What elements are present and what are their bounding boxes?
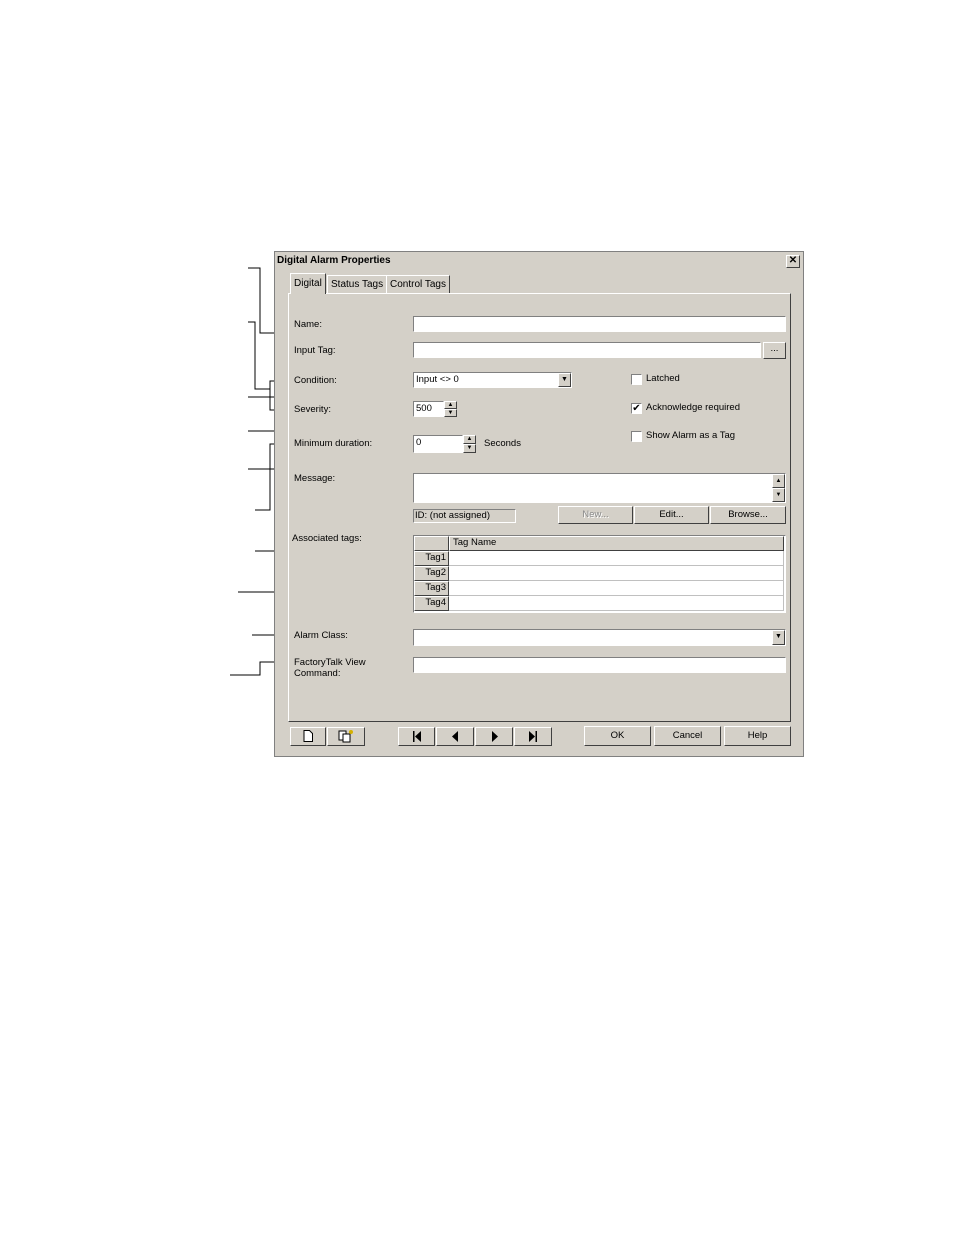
tag-row-header[interactable]: Tag2 <box>414 566 449 581</box>
ftview-command-input[interactable] <box>413 657 786 673</box>
tag-name-cell[interactable] <box>449 566 784 581</box>
min-duration-up-icon[interactable]: ▲ <box>463 435 476 444</box>
name-label: Name: <box>294 319 322 330</box>
input-tag-label: Input Tag: <box>294 345 336 356</box>
cancel-button[interactable]: Cancel <box>654 726 721 746</box>
new-record-button[interactable] <box>290 727 326 746</box>
message-scroll-up-icon[interactable]: ▲ <box>772 474 785 488</box>
message-label: Message: <box>294 473 336 484</box>
latched-label: Latched <box>646 373 680 384</box>
severity-down-icon[interactable]: ▼ <box>444 409 457 417</box>
ftview-label-line2: Command: <box>294 668 341 679</box>
condition-label: Condition: <box>294 375 337 386</box>
tab-control-tags[interactable]: Control Tags <box>386 275 450 293</box>
message-textarea[interactable] <box>413 473 786 503</box>
paste-icon <box>338 730 353 743</box>
digital-alarm-properties-dialog: Digital Alarm Properties ✕ Digital Statu… <box>274 251 804 757</box>
tab-status-tags[interactable]: Status Tags <box>327 275 388 293</box>
message-id-display: ID: (not assigned) <box>413 509 516 523</box>
severity-up-icon[interactable]: ▲ <box>444 401 457 409</box>
ftview-label-line1: FactoryTalk View <box>294 657 366 668</box>
min-duration-label: Minimum duration: <box>294 438 373 449</box>
previous-record-button[interactable] <box>436 727 474 746</box>
tag-name-header: Tag Name <box>449 536 784 551</box>
tag-name-cell[interactable] <box>449 596 784 611</box>
grid-corner <box>414 536 449 551</box>
browse-message-button[interactable]: Browse... <box>710 506 786 524</box>
window-title: Digital Alarm Properties <box>277 255 391 266</box>
alarm-class-select[interactable]: ▼ <box>413 629 786 646</box>
associated-tags-label: Associated tags: <box>292 533 362 544</box>
name-input[interactable] <box>413 316 786 332</box>
title-bar: Digital Alarm Properties ✕ <box>276 253 802 269</box>
first-record-button[interactable] <box>398 727 435 746</box>
min-duration-down-icon[interactable]: ▼ <box>463 444 476 453</box>
tag-name-cell[interactable] <box>449 581 784 596</box>
chevron-down-icon[interactable]: ▼ <box>558 373 571 387</box>
show-alarm-as-tag-label: Show Alarm as a Tag <box>646 430 736 441</box>
new-document-icon <box>303 730 313 742</box>
severity-label: Severity: <box>294 404 331 415</box>
message-scroll-down-icon[interactable]: ▼ <box>772 488 785 502</box>
tab-digital[interactable]: Digital <box>290 273 326 294</box>
new-message-button[interactable]: New... <box>558 506 633 524</box>
acknowledge-required-label: Acknowledge required <box>646 402 741 413</box>
severity-input[interactable]: 500 <box>413 401 444 417</box>
previous-record-icon <box>451 731 458 742</box>
input-tag-input[interactable] <box>413 342 761 358</box>
last-record-icon <box>529 731 537 742</box>
tag-row-header[interactable]: Tag3 <box>414 581 449 596</box>
edit-message-button[interactable]: Edit... <box>634 506 709 524</box>
ftview-command-label: FactoryTalk View Command: <box>294 657 366 679</box>
tag-row-header[interactable]: Tag1 <box>414 551 449 566</box>
tag-name-cell[interactable] <box>449 551 784 566</box>
latched-checkbox[interactable] <box>631 374 642 385</box>
chevron-down-icon[interactable]: ▼ <box>772 630 785 645</box>
last-record-button[interactable] <box>514 727 552 746</box>
show-alarm-as-tag-checkbox[interactable] <box>631 431 642 442</box>
paste-button[interactable] <box>327 727 365 746</box>
seconds-label: Seconds <box>484 438 521 449</box>
ok-button[interactable]: OK <box>584 726 651 746</box>
min-duration-input[interactable]: 0 <box>413 435 463 453</box>
next-record-icon <box>491 731 498 742</box>
alarm-class-label: Alarm Class: <box>294 630 348 641</box>
close-icon[interactable]: ✕ <box>786 255 800 268</box>
condition-value: Input <> 0 <box>416 374 459 385</box>
condition-select[interactable]: Input <> 0 ▼ <box>413 372 572 388</box>
associated-tags-grid: Tag Name Tag1 Tag2 Tag3 Tag4 <box>413 535 786 613</box>
input-tag-browse-button[interactable]: ... <box>763 342 786 359</box>
next-record-button[interactable] <box>475 727 513 746</box>
acknowledge-required-checkbox[interactable]: ✔ <box>631 403 642 414</box>
first-record-icon <box>412 731 421 742</box>
help-button[interactable]: Help <box>724 726 791 746</box>
tag-row-header[interactable]: Tag4 <box>414 596 449 611</box>
